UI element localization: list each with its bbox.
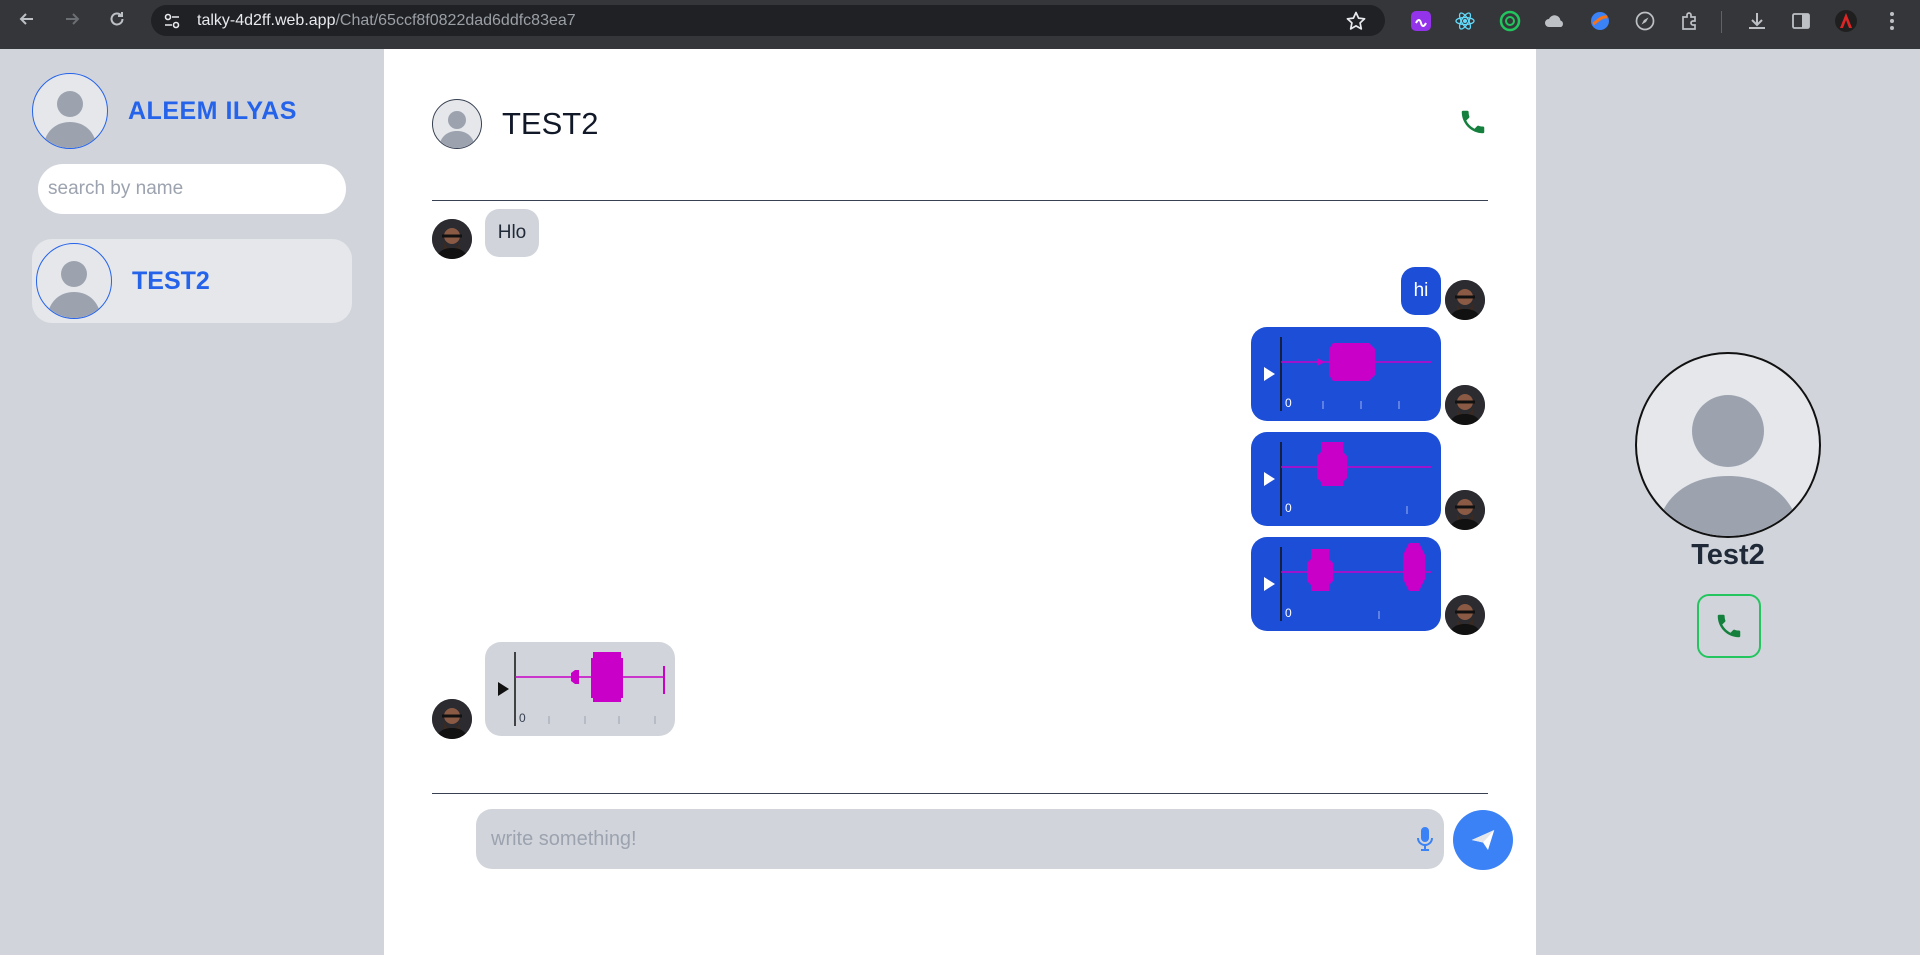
back-button[interactable] <box>13 5 41 33</box>
address-bar[interactable]: talky-4d2ff.web.app/Chat/65ccf8f0822dad6… <box>151 5 1385 36</box>
audio-time-label: 0 <box>1285 606 1292 620</box>
reload-button[interactable] <box>103 5 131 33</box>
download-icon[interactable] <box>1745 9 1769 33</box>
react-devtools-icon[interactable] <box>1453 9 1477 33</box>
user-name: ALEEM ILYAS <box>128 96 297 125</box>
contact-profile-panel: Test2 <box>1536 49 1920 955</box>
default-person-icon <box>1656 395 1800 536</box>
bookmark-star-icon[interactable] <box>1345 10 1367 32</box>
extension-cloud-icon[interactable] <box>1543 9 1567 33</box>
profile-name: Test2 <box>1691 539 1765 571</box>
browser-toolbar: talky-4d2ff.web.app/Chat/65ccf8f0822dad6… <box>0 0 1920 49</box>
toolbar-separator <box>1721 11 1722 33</box>
phone-call-icon[interactable] <box>1458 107 1490 139</box>
play-icon[interactable] <box>498 682 509 696</box>
send-button[interactable] <box>1453 810 1513 870</box>
phone-call-icon <box>1717 614 1741 638</box>
url-host: talky-4d2ff.web.app <box>197 11 336 29</box>
sender-avatar <box>1445 595 1485 635</box>
chat-header: TEST2 <box>432 99 598 149</box>
message-bubble-outgoing: hi <box>1401 267 1441 315</box>
profile-photo <box>432 219 472 259</box>
play-icon[interactable] <box>1264 577 1275 591</box>
user-avatar <box>32 73 108 149</box>
profile-avatar <box>1635 352 1821 538</box>
message-bubble-incoming: Hlo <box>485 209 539 257</box>
extensions-puzzle-icon[interactable] <box>1678 9 1702 33</box>
profile-photo <box>1445 595 1485 635</box>
play-icon[interactable] <box>1264 367 1275 381</box>
default-person-icon <box>43 91 97 148</box>
sender-avatar <box>432 219 472 259</box>
sender-avatar <box>432 699 472 739</box>
browser-menu-icon[interactable] <box>1880 9 1904 33</box>
url-path: /Chat/65ccf8f0822dad6ddfc83ea7 <box>335 11 576 29</box>
waveform <box>591 652 623 702</box>
play-icon[interactable] <box>1264 472 1275 486</box>
audio-time-label: 0 <box>1285 396 1292 410</box>
site-settings-icon[interactable] <box>161 10 183 32</box>
forward-button[interactable] <box>58 5 86 33</box>
url-text: talky-4d2ff.web.app/Chat/65ccf8f0822dad6… <box>197 12 576 30</box>
extension-ring-icon[interactable] <box>1498 9 1522 33</box>
chat-contact-name: TEST2 <box>502 106 599 141</box>
header-divider <box>432 200 1488 201</box>
extension-orb-icon[interactable] <box>1588 9 1612 33</box>
message-input[interactable] <box>476 809 1444 869</box>
contact-item-test2[interactable]: TEST2 <box>32 239 352 323</box>
audio-time-label: 0 <box>1285 501 1292 515</box>
audio-message-outgoing: 0 <box>1251 327 1441 421</box>
profile-photo <box>1445 490 1485 530</box>
audio-message-outgoing: 0 <box>1251 432 1441 526</box>
default-person-icon <box>47 261 101 318</box>
profile-avatar-icon[interactable] <box>1834 9 1858 33</box>
current-user: ALEEM ILYAS <box>32 73 297 149</box>
composer-divider <box>432 793 1488 794</box>
profile-call-button[interactable] <box>1697 594 1761 658</box>
audio-time-label: 0 <box>519 711 526 725</box>
send-icon <box>1471 830 1495 850</box>
default-person-icon <box>439 111 475 148</box>
side-panel-icon[interactable] <box>1789 9 1813 33</box>
audio-message-incoming: 0 <box>485 642 675 736</box>
talky-app: ALEEM ILYAS TEST2 TEST2 Hlo <box>0 49 1920 955</box>
sender-avatar <box>1445 280 1485 320</box>
audio-message-outgoing: 0 <box>1251 537 1441 631</box>
contact-avatar <box>36 243 112 319</box>
waveform <box>1307 549 1333 591</box>
profile-photo <box>1445 280 1485 320</box>
chat-contact-avatar <box>432 99 482 149</box>
search-input[interactable] <box>38 164 346 214</box>
contact-name: TEST2 <box>132 266 210 295</box>
sender-avatar <box>1445 490 1485 530</box>
sender-avatar <box>1445 385 1485 425</box>
extension-purple-icon[interactable] <box>1409 9 1433 33</box>
waveform <box>1317 442 1347 486</box>
message-text: hi <box>1413 280 1429 301</box>
chat-panel: TEST2 Hlo hi 0 0 0 0 write something! <box>384 49 1536 955</box>
microphone-icon[interactable] <box>1413 825 1437 853</box>
profile-photo <box>432 699 472 739</box>
extension-compass-icon[interactable] <box>1633 9 1657 33</box>
contacts-sidebar: ALEEM ILYAS TEST2 <box>0 49 384 955</box>
waveform <box>1329 343 1375 381</box>
message-text: Hlo <box>497 222 527 243</box>
profile-photo <box>1445 385 1485 425</box>
